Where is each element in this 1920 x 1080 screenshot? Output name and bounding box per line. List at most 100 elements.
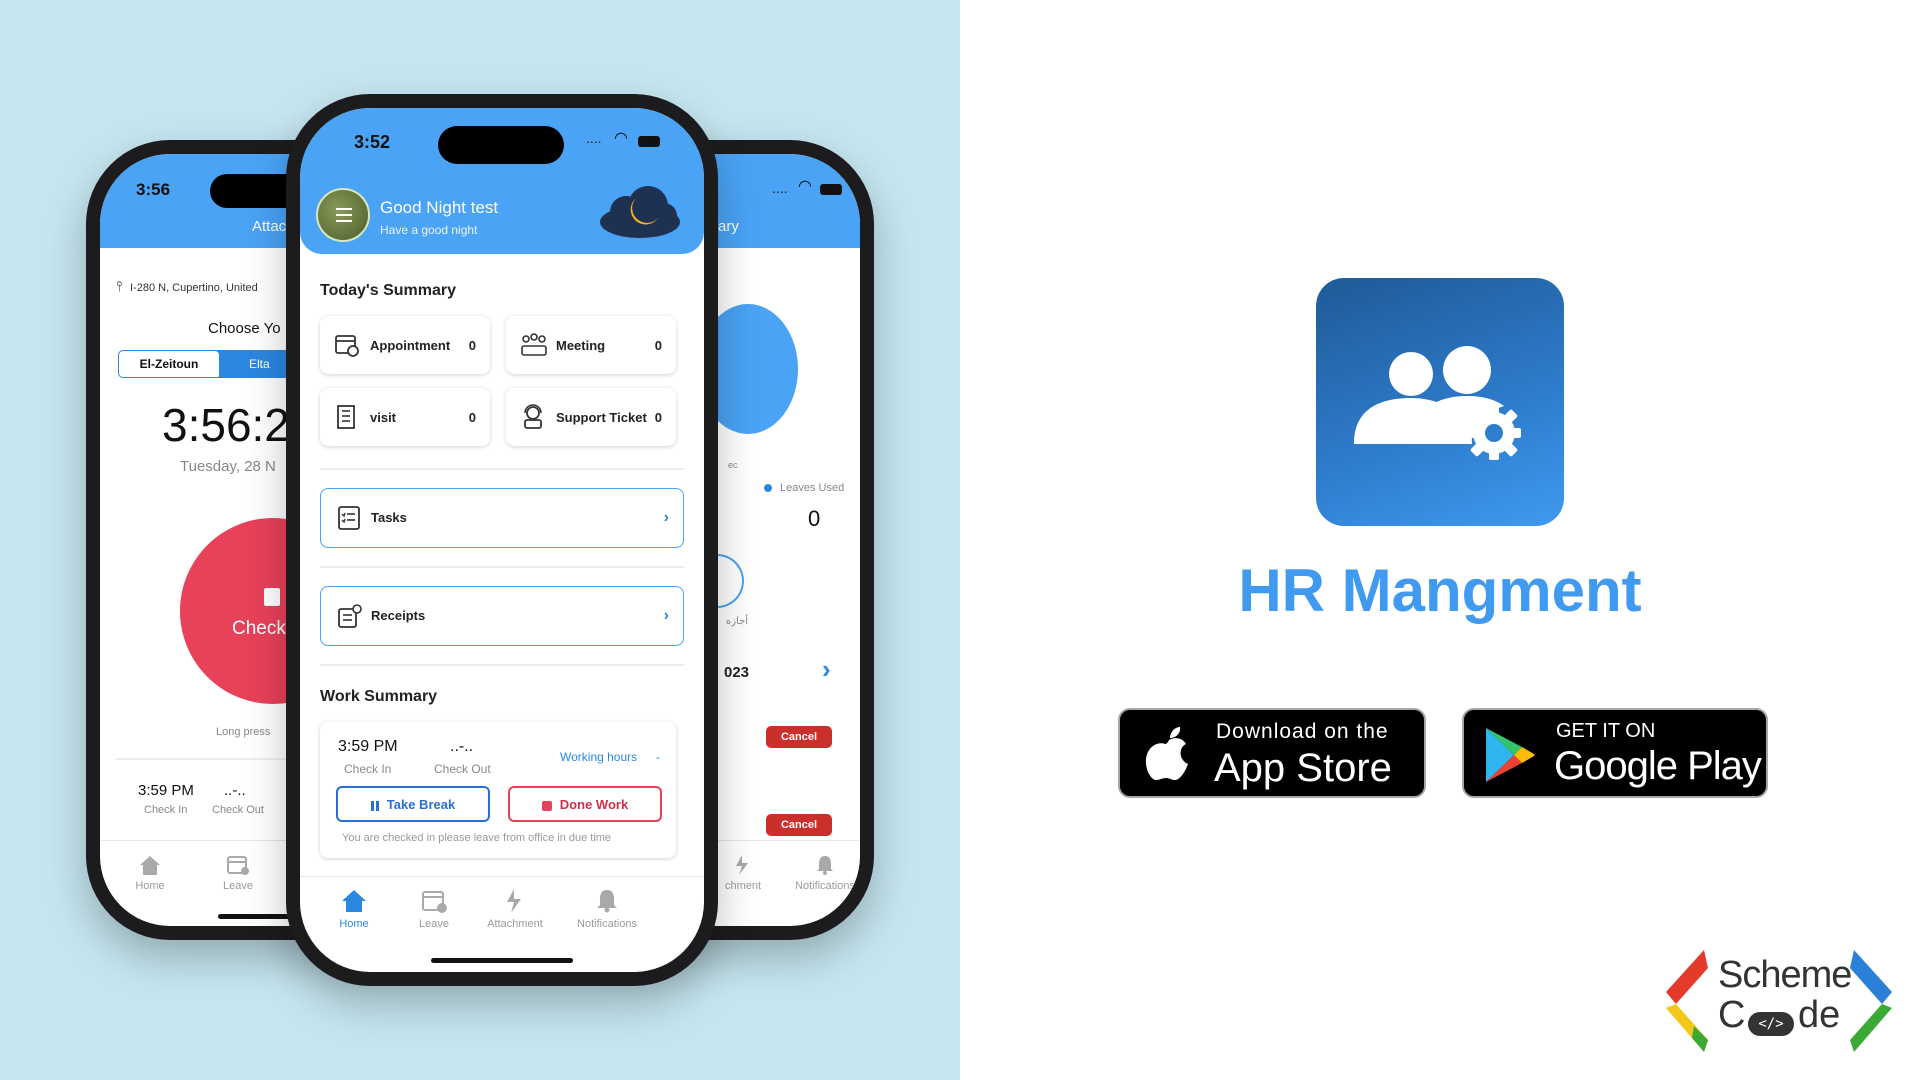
divider bbox=[320, 566, 684, 568]
done-work-button[interactable]: Done Work bbox=[508, 786, 662, 822]
google-play-icon bbox=[1486, 728, 1535, 782]
nav-notifications[interactable]: Notifications bbox=[562, 888, 652, 930]
nav-label: Attachment bbox=[487, 918, 543, 930]
status-dots: .... bbox=[772, 180, 788, 196]
legend-dot bbox=[764, 484, 772, 492]
clock-display: 3:56:2 bbox=[162, 399, 290, 451]
nav-leave[interactable]: Leave bbox=[406, 888, 462, 930]
calendar-clock-icon bbox=[335, 335, 359, 357]
nav-label: Notifications bbox=[577, 918, 637, 930]
nav-label: Home bbox=[339, 918, 369, 930]
people-meeting-icon bbox=[521, 333, 547, 356]
apple-icon bbox=[1145, 727, 1188, 780]
done-work-label: Done Work bbox=[559, 797, 629, 812]
todays-summary-title: Today's Summary bbox=[320, 282, 456, 299]
avatar[interactable] bbox=[316, 188, 370, 242]
app-store-line2: App Store bbox=[1214, 746, 1392, 790]
attachment-icon bbox=[736, 855, 748, 875]
working-hours-label[interactable]: Working hours bbox=[560, 750, 637, 764]
nav-label: chment bbox=[724, 880, 762, 892]
status-time: 3:56 bbox=[136, 180, 171, 199]
tasks-row[interactable]: Tasks › bbox=[320, 488, 684, 548]
cancel-button[interactable]: Cancel bbox=[766, 814, 832, 836]
battery-icon bbox=[638, 136, 660, 147]
receipt-icon bbox=[338, 604, 362, 628]
receipts-row[interactable]: Receipts › bbox=[320, 586, 684, 646]
stop-icon bbox=[264, 588, 280, 606]
attachment-icon bbox=[507, 889, 521, 913]
check-in-time: 3:59 PM bbox=[138, 782, 194, 799]
front-phone: 3:52 .... ◠ Good Night test Have a good … bbox=[286, 94, 718, 986]
card-count: 0 bbox=[468, 410, 476, 425]
stop-icon bbox=[541, 800, 552, 811]
nav-attachment[interactable]: chment bbox=[718, 854, 768, 892]
nav-label: Notifications bbox=[795, 880, 855, 892]
google-play-line2: Google Play bbox=[1554, 744, 1762, 788]
check-out-time: ..-.. bbox=[450, 738, 474, 755]
cancel-button[interactable]: Cancel bbox=[766, 726, 832, 748]
location-text: I-280 N, Cupertino, United bbox=[130, 282, 258, 294]
visit-card[interactable]: visit 0 bbox=[320, 388, 490, 446]
greeting-title: Good Night test bbox=[380, 198, 499, 217]
divider bbox=[320, 664, 684, 666]
nav-home[interactable]: Home bbox=[326, 888, 382, 930]
side-mark: ec bbox=[728, 460, 738, 470]
working-hours-value: - bbox=[656, 750, 660, 764]
leave-type-arabic: أجازه bbox=[726, 616, 749, 627]
checked-in-notice: You are checked in please leave from off… bbox=[342, 832, 612, 844]
app-store-line1: Download on the bbox=[1216, 720, 1389, 743]
home-indicator bbox=[431, 958, 573, 963]
nav-label: Leave bbox=[223, 880, 253, 892]
card-label: Appointment bbox=[370, 338, 451, 353]
chevron-right-icon[interactable]: › bbox=[822, 654, 831, 685]
branch-option-selected[interactable]: El-Zeitoun bbox=[119, 351, 219, 377]
bell-icon bbox=[817, 856, 833, 875]
google-play-badge[interactable]: GET IT ON Google Play bbox=[1462, 708, 1768, 798]
header-title: ary bbox=[718, 218, 739, 235]
google-play-line1: GET IT ON bbox=[1556, 720, 1656, 742]
building-icon bbox=[337, 405, 355, 429]
branch-option-other[interactable]: Elta bbox=[249, 351, 270, 377]
nav-leave[interactable]: Leave bbox=[218, 854, 258, 892]
bell-icon bbox=[597, 890, 617, 913]
check-out-time: ..-.. bbox=[224, 782, 246, 799]
take-break-label: Take Break bbox=[386, 797, 456, 812]
nav-notifications[interactable]: Notifications bbox=[790, 854, 860, 892]
meeting-card[interactable]: Meeting 0 bbox=[506, 316, 676, 374]
leaves-used-value: 0 bbox=[808, 506, 821, 531]
home-icon bbox=[140, 856, 160, 875]
choose-branch-label: Choose Yo bbox=[208, 320, 281, 337]
take-break-button[interactable]: Take Break bbox=[336, 786, 490, 822]
wifi-icon: ◠ bbox=[614, 130, 628, 147]
moon-cloud-icon bbox=[600, 186, 680, 238]
support-ticket-card[interactable]: Support Ticket 0 bbox=[506, 388, 676, 446]
checklist-icon bbox=[338, 506, 360, 530]
card-count: 0 bbox=[654, 338, 662, 353]
card-label: visit bbox=[370, 410, 397, 425]
date-display: Tuesday, 28 N bbox=[180, 458, 276, 475]
battery-icon bbox=[820, 184, 842, 195]
card-count: 0 bbox=[654, 410, 662, 425]
app-store-badge[interactable]: Download on the App Store bbox=[1118, 708, 1426, 798]
leaves-used-legend: Leaves Used bbox=[780, 482, 845, 494]
nav-attachment[interactable]: Attachment bbox=[478, 888, 552, 930]
check-in-time: 3:59 PM bbox=[338, 738, 398, 755]
support-ticket-icon bbox=[524, 404, 542, 429]
nav-home[interactable]: Home bbox=[130, 854, 170, 892]
app-name: HR Mangment bbox=[1238, 557, 1642, 624]
menu-icon-mid bbox=[336, 214, 352, 216]
receipts-label: Receipts bbox=[371, 608, 426, 623]
year-label: 023 bbox=[724, 664, 750, 681]
divider bbox=[320, 468, 684, 470]
brand-line1: Scheme bbox=[1718, 954, 1852, 996]
front-screen: 3:52 .... ◠ Good Night test Have a good … bbox=[300, 108, 704, 972]
scheme-code-logo: Scheme C </> de bbox=[1664, 948, 1894, 1052]
appointment-card[interactable]: Appointment 0 bbox=[320, 316, 490, 374]
work-summary-card: 3:59 PM Check In ..-.. Check Out Working… bbox=[320, 722, 676, 858]
phones-backdrop: 3:56 Attach ⫯ I-280 N, Cupertino, United… bbox=[0, 0, 960, 1080]
code-glyph-badge: </> bbox=[1748, 1012, 1794, 1036]
check-in-label: Check In bbox=[144, 804, 188, 816]
card-label: Support Ticket bbox=[556, 410, 647, 425]
divider bbox=[300, 876, 704, 877]
pause-icon bbox=[370, 800, 379, 811]
